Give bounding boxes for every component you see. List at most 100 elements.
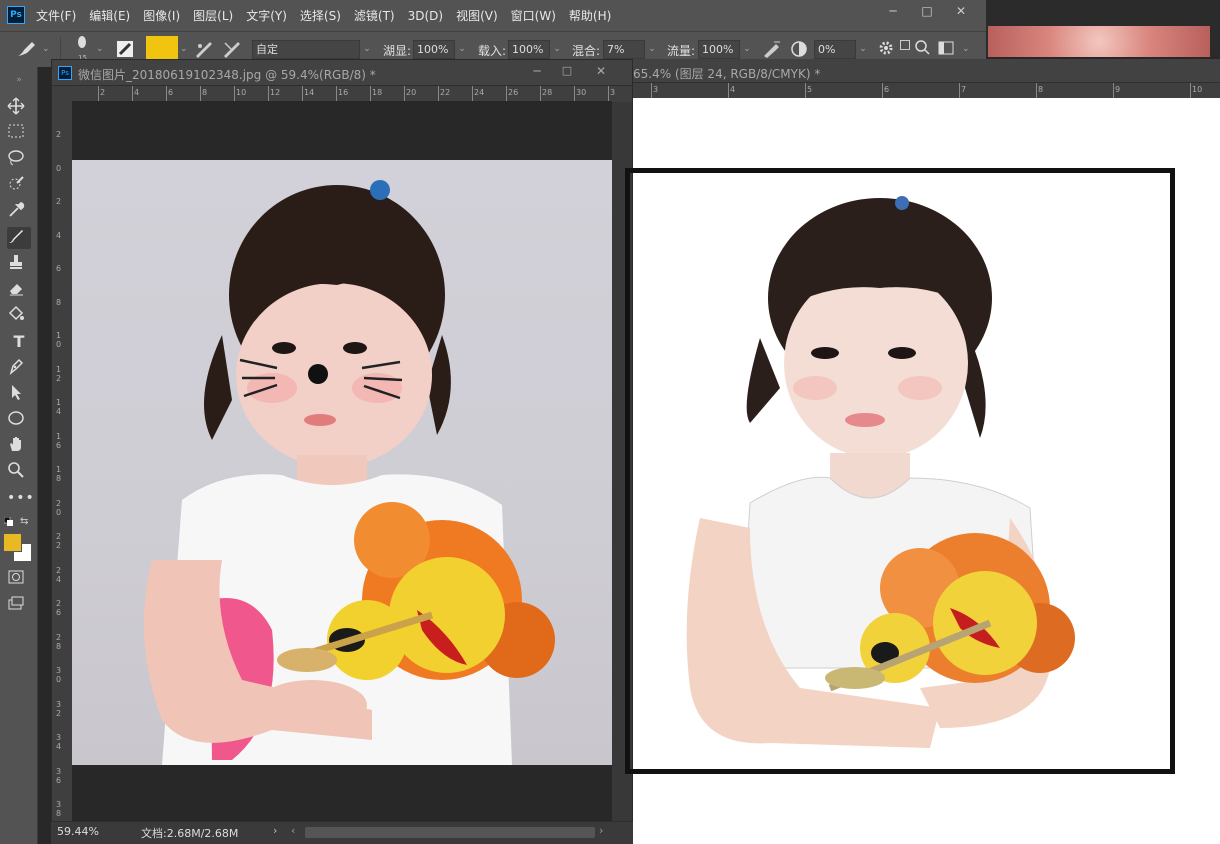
brush-tip-icon[interactable] bbox=[73, 36, 91, 52]
eraser-icon[interactable] bbox=[7, 279, 31, 301]
ruler-horizontal: 2 4 6 8 10 12 14 16 18 20 22 24 26 28 30 3 bbox=[72, 86, 632, 102]
eyedropper-icon[interactable] bbox=[7, 201, 31, 223]
status-menu-arrow-icon[interactable]: › bbox=[273, 824, 277, 837]
zoom-level[interactable]: 59.44% bbox=[57, 825, 99, 838]
ruler-tick-label: 8 bbox=[202, 88, 208, 97]
path-select-icon[interactable] bbox=[7, 383, 31, 405]
pen-icon[interactable] bbox=[7, 357, 31, 379]
restore-button[interactable]: □ bbox=[552, 64, 582, 82]
zoom-icon[interactable] bbox=[7, 461, 31, 483]
swap-colors-icon[interactable]: ⇆ bbox=[20, 516, 28, 527]
close-button[interactable]: ✕ bbox=[586, 64, 616, 82]
workspace-icon[interactable] bbox=[938, 41, 954, 55]
menu-type[interactable]: 文字(Y) bbox=[246, 7, 287, 24]
stamp-icon[interactable] bbox=[7, 253, 31, 275]
chevron-down-icon[interactable]: ⌄ bbox=[740, 40, 754, 59]
search-icon[interactable] bbox=[914, 39, 930, 55]
ruler-tick-label: 26 bbox=[56, 599, 62, 617]
foreground-color-swatch[interactable] bbox=[3, 533, 22, 552]
horizontal-scrollbar[interactable] bbox=[305, 827, 595, 838]
chevron-down-icon[interactable]: ⌄ bbox=[180, 44, 188, 54]
chevron-down-icon[interactable]: ⌄ bbox=[645, 40, 659, 59]
menu-select[interactable]: 选择(S) bbox=[300, 7, 341, 24]
marquee-icon[interactable] bbox=[7, 123, 31, 145]
navigator-thumbnail[interactable] bbox=[988, 26, 1210, 57]
status-bar: 59.44% 文档:2.68M/2.68M › ‹ › bbox=[51, 821, 633, 844]
ruler-horizontal-2: 3 4 5 6 7 8 9 10 bbox=[633, 83, 1220, 98]
ruler-tick-label: 6 bbox=[168, 88, 174, 97]
menu-3d[interactable]: 3D(D) bbox=[408, 9, 443, 23]
ruler-tick-label: 4 bbox=[134, 88, 140, 97]
more-icon[interactable]: ••• bbox=[7, 487, 34, 509]
move-icon[interactable] bbox=[7, 97, 31, 119]
lasso-icon[interactable] bbox=[7, 149, 31, 171]
screen-mode-icon[interactable] bbox=[7, 595, 31, 617]
collapse-arrows-icon[interactable]: » bbox=[7, 69, 31, 91]
mix-label: 混合: bbox=[572, 44, 601, 58]
gear-icon[interactable] bbox=[878, 40, 894, 56]
checkbox-icon[interactable] bbox=[900, 40, 910, 50]
smoothing-field[interactable]: 0% bbox=[814, 40, 856, 59]
menu-filter[interactable]: 滤镜(T) bbox=[354, 7, 395, 24]
menu-file[interactable]: 文件(F) bbox=[36, 7, 76, 24]
document-tab[interactable]: Ps 微信图片_20180619102348.jpg @ 59.4%(RGB/8… bbox=[52, 60, 632, 86]
quick-select-icon[interactable] bbox=[7, 175, 31, 197]
load-field[interactable]: 100% bbox=[508, 40, 550, 59]
ruler-tick-line bbox=[438, 86, 439, 101]
app-window-controls: ─ □ ✕ bbox=[876, 0, 978, 22]
minimize-button[interactable]: ─ bbox=[522, 64, 552, 82]
menu-layer[interactable]: 图层(L) bbox=[193, 7, 233, 24]
brush-preset-icon[interactable] bbox=[16, 39, 38, 59]
ruler-origin[interactable] bbox=[52, 86, 72, 102]
menu-edit[interactable]: 编辑(E) bbox=[89, 7, 130, 24]
type-icon[interactable]: T bbox=[7, 331, 31, 353]
flow-field[interactable]: 100% bbox=[698, 40, 740, 59]
ruler-tick-label: 30 bbox=[576, 88, 587, 97]
ruler-tick-line bbox=[200, 86, 201, 101]
minimize-button[interactable]: ─ bbox=[876, 0, 910, 22]
scroll-left-icon[interactable]: ‹ bbox=[291, 824, 295, 837]
ruler-tick-label: 38 bbox=[56, 800, 62, 818]
chevron-down-icon[interactable]: ⌄ bbox=[42, 44, 50, 54]
main-menu: 文件(F) 编辑(E) 图像(I) 图层(L) 文字(Y) 选择(S) 滤镜(T… bbox=[36, 0, 624, 31]
scroll-right-icon[interactable]: › bbox=[599, 824, 603, 837]
wetness-field[interactable]: 100% bbox=[413, 40, 455, 59]
chevron-down-icon[interactable]: ⌄ bbox=[360, 40, 374, 59]
ruler-tick-line bbox=[506, 86, 507, 101]
toolbox: » T ••• ⇆ bbox=[0, 67, 38, 844]
ruler-tick-label: 20 bbox=[56, 498, 62, 517]
close-button[interactable]: ✕ bbox=[944, 0, 978, 22]
clean-brush-icon[interactable] bbox=[222, 40, 242, 58]
ruler-tick-label: 9 bbox=[1115, 85, 1121, 94]
ruler-tick-label: 16 bbox=[338, 88, 349, 97]
brush-icon[interactable] bbox=[7, 227, 31, 249]
smoothing-icon[interactable] bbox=[790, 40, 808, 58]
ruler-tick-label: 8 bbox=[1038, 85, 1044, 94]
menu-window[interactable]: 窗口(W) bbox=[511, 7, 556, 24]
airbrush-icon[interactable] bbox=[762, 40, 782, 58]
chevron-down-icon[interactable]: ⌄ bbox=[96, 44, 104, 54]
document-tab-2[interactable]: 65.4% (图层 24, RGB/8/CMYK) * bbox=[633, 59, 1220, 83]
menu-view[interactable]: 视图(V) bbox=[456, 7, 498, 24]
load-brush-icon[interactable] bbox=[194, 40, 214, 58]
brush-preset-select[interactable]: 自定 bbox=[252, 40, 360, 59]
menu-image[interactable]: 图像(I) bbox=[143, 7, 180, 24]
ruler-tick-line bbox=[336, 86, 337, 101]
menu-help[interactable]: 帮助(H) bbox=[569, 7, 611, 24]
hand-icon[interactable] bbox=[7, 435, 31, 457]
chevron-down-icon[interactable]: ⌄ bbox=[550, 40, 564, 59]
ruler-tick-line bbox=[959, 83, 960, 98]
chevron-down-icon[interactable]: ⌄ bbox=[455, 40, 469, 59]
paint-bucket-icon[interactable] bbox=[7, 305, 31, 327]
default-colors-icon[interactable] bbox=[4, 517, 13, 526]
ruler-tick-label: 10 bbox=[56, 331, 62, 349]
ellipse-icon[interactable] bbox=[7, 409, 31, 431]
menu-bar: Ps 文件(F) 编辑(E) 图像(I) 图层(L) 文字(Y) 选择(S) 滤… bbox=[0, 0, 986, 31]
brush-panel-toggle-icon[interactable] bbox=[116, 40, 134, 58]
chevron-down-icon[interactable]: ⌄ bbox=[962, 44, 970, 54]
ruler-tick-label: 18 bbox=[56, 465, 62, 483]
mix-field[interactable]: 7% bbox=[603, 40, 645, 59]
chevron-down-icon[interactable]: ⌄ bbox=[856, 40, 870, 59]
quick-mask-icon[interactable] bbox=[7, 569, 31, 591]
restore-button[interactable]: □ bbox=[910, 0, 944, 22]
